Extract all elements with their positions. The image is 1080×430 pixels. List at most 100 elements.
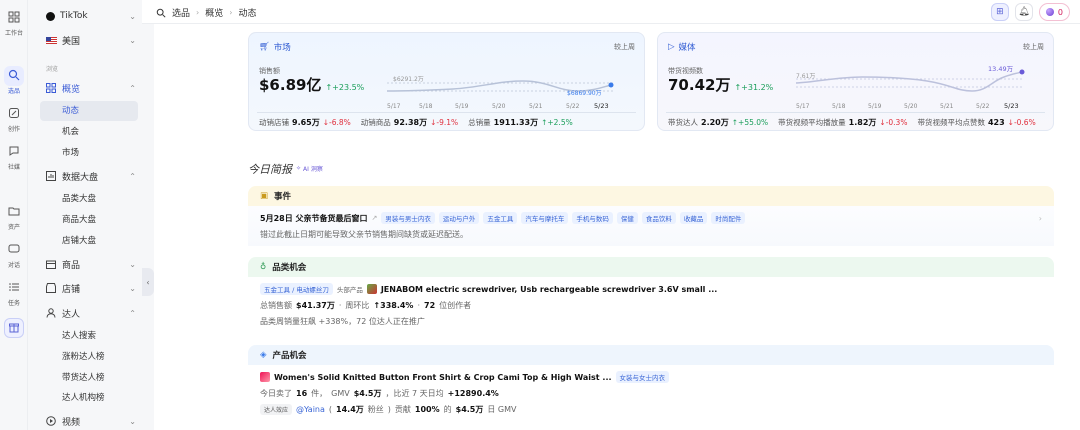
- event-tag[interactable]: 手机与数码: [572, 212, 613, 224]
- nav-item-dynamic[interactable]: 动态: [40, 101, 138, 121]
- event-tag[interactable]: 食品饮料: [641, 212, 676, 224]
- category-line: 五金工具 / 电动螺丝刀 头部产品 JENABOM electric screw…: [260, 283, 1042, 295]
- rail-label: 创作: [7, 126, 20, 133]
- rail-label: 工作台: [4, 30, 23, 37]
- compare-label: 较上周: [614, 43, 635, 51]
- nav-item-category-board[interactable]: 品类大盘: [62, 192, 96, 206]
- chart-start-label: 7.61万: [796, 73, 815, 80]
- rail-assets[interactable]: 资产: [0, 202, 28, 231]
- rail-label: 资产: [7, 224, 20, 231]
- user-icon: [46, 308, 56, 318]
- chevron-down-icon: ⌄: [129, 283, 136, 293]
- product-section[interactable]: ◈ 产品机会 Women's Solid Knitted Button Fron…: [248, 345, 1054, 426]
- category-tag[interactable]: 五金工具 / 电动螺丝刀: [260, 283, 333, 295]
- stat-value: 2.20万: [701, 118, 729, 127]
- creators-label: 位创作者: [439, 301, 472, 310]
- stat-change: ↓-9.1%: [430, 118, 459, 127]
- stat-value: 1911.33万: [493, 118, 539, 127]
- nav-overview[interactable]: 概览 ⌃: [46, 79, 136, 97]
- rail-tasks[interactable]: 任务: [0, 278, 28, 307]
- nav-item-sales-rank[interactable]: 带货达人榜: [62, 371, 105, 385]
- chevron-up-icon: ⌃: [129, 171, 136, 181]
- nav-goods[interactable]: 商品 ⌄: [46, 255, 136, 273]
- contrib-percent: 100%: [414, 405, 440, 414]
- nav-overview-label: 概览: [62, 84, 81, 95]
- us-flag-icon: [46, 36, 57, 44]
- nav-item-opportunity[interactable]: 机会: [62, 125, 79, 139]
- nav-item-creator-search[interactable]: 达人搜索: [62, 329, 96, 343]
- rail-chat[interactable]: 对话: [0, 240, 28, 269]
- rail-social[interactable]: 社媒: [0, 142, 28, 171]
- event-tag[interactable]: 运动与户外: [438, 212, 480, 224]
- stat-value: 9.65万: [292, 118, 320, 127]
- contrib-mid: 的: [443, 405, 452, 414]
- nav-item-agency-rank[interactable]: 达人机构榜: [62, 391, 105, 405]
- market-card[interactable]: 🛒︎ 市场 较上周 销售额 $6.89亿 ↑+23.5% $6291.2万 $68…: [248, 32, 645, 131]
- compare-label: 较上周: [1023, 43, 1044, 51]
- nav-bigdata[interactable]: 数据大盘 ⌃: [46, 167, 136, 185]
- rail-gift[interactable]: [0, 318, 28, 338]
- product-tag[interactable]: 女装与女士内衣: [615, 371, 670, 383]
- top-product-name[interactable]: JENABOM electric screwdriver, Usb rechar…: [381, 285, 718, 294]
- event-section[interactable]: ▣ 事件 5月28日 父亲节备货最后窗口 ↗ 男装与男士内衣 运动与户外 五金工…: [248, 186, 1054, 246]
- external-link-icon: ↗: [371, 214, 378, 222]
- media-card[interactable]: ▷ 媒体 较上周 带货视频数 70.42万 ↑+31.2% 7.61万 13.49…: [657, 32, 1054, 131]
- event-tag[interactable]: 保健: [616, 212, 638, 224]
- rail-select[interactable]: 选品: [0, 66, 28, 95]
- gmv-value: $41.37万: [296, 301, 335, 310]
- event-tag[interactable]: 时尚配件: [711, 212, 746, 224]
- chevron-right-icon[interactable]: ›: [1039, 214, 1042, 223]
- event-desc: 错过此截止日期可能导致父亲节销售期间缺货或延迟配送。: [260, 230, 468, 239]
- contrib-suffix: 日 GMV: [487, 405, 517, 414]
- category-section[interactable]: ♁ 品类机会 五金工具 / 电动螺丝刀 头部产品 JENABOM electri…: [248, 257, 1054, 333]
- stat-change: ↓-0.3%: [879, 118, 908, 127]
- breadcrumb-item[interactable]: 选品: [172, 6, 190, 19]
- nav-creators[interactable]: 达人 ⌃: [46, 304, 136, 322]
- stat-change: ↑+55.0%: [731, 118, 769, 127]
- chart-end-label: 13.49万: [988, 65, 1014, 73]
- task-icon: [9, 283, 19, 291]
- stat-label: 动销商品: [360, 118, 391, 127]
- platform-select[interactable]: TikTok ⌄: [46, 7, 136, 25]
- chevron-up-icon: ⌃: [129, 308, 136, 318]
- event-tag[interactable]: 汽车与摩托车: [521, 212, 569, 224]
- date-label: 5/18: [832, 103, 846, 110]
- stat-item: 带货视频平均点赞数 423 ↓-0.6%: [917, 117, 1035, 128]
- date-label: 5/19: [455, 103, 469, 110]
- nav-item-shop-board[interactable]: 店铺大盘: [62, 234, 96, 248]
- nav-goods-label: 商品: [62, 260, 81, 271]
- rail-create[interactable]: 创作: [0, 104, 28, 133]
- media-metric-number: 70.42万: [668, 76, 731, 94]
- event-tag[interactable]: 男装与男士内衣: [381, 212, 435, 224]
- coin-balance[interactable]: 0: [1038, 3, 1070, 21]
- product-thumbnail: [260, 372, 270, 382]
- nav-item-fans-rank[interactable]: 涨粉达人榜: [62, 350, 105, 364]
- bulb-icon: ♁: [260, 262, 267, 272]
- event-header: ▣ 事件: [248, 186, 1054, 206]
- nav-shops[interactable]: 店铺 ⌄: [46, 279, 136, 297]
- event-tag[interactable]: 五金工具: [483, 212, 518, 224]
- rail-workbench[interactable]: 工作台: [0, 8, 28, 37]
- chevron-up-icon: ⌃: [129, 83, 136, 93]
- nav-item-market[interactable]: 市场: [62, 146, 79, 160]
- breadcrumb-item[interactable]: 概览: [205, 6, 223, 19]
- product-name[interactable]: Women's Solid Knitted Button Front Shirt…: [274, 373, 612, 382]
- event-tag[interactable]: 收藏品: [679, 212, 708, 224]
- creator-link[interactable]: @Yaina: [296, 405, 325, 414]
- region-select[interactable]: 美国 ⌄: [46, 31, 136, 49]
- stat-label: 动销店铺: [259, 118, 289, 127]
- event-title: 事件: [274, 192, 292, 202]
- icon-rail: 工作台 选品 创作 社媒 资产 对话 任务: [0, 0, 28, 430]
- gift-button[interactable]: ⊞: [990, 3, 1009, 21]
- market-metric-change: ↑+23.5%: [325, 83, 365, 92]
- sidebar-collapse-button[interactable]: ‹: [142, 268, 154, 296]
- nav-videos[interactable]: 视频 ⌄: [46, 412, 136, 430]
- notification-button[interactable]: 🔔︎: [1014, 3, 1033, 21]
- ai-insight-tag[interactable]: ✧ AI 洞察: [296, 164, 323, 173]
- nav-item-product-board[interactable]: 商品大盘: [62, 213, 96, 227]
- date-label: 5/17: [796, 103, 810, 110]
- category-metrics: 总销售额 $41.37万 · 周环比 ↑338.4% · 72 位创作者: [260, 301, 472, 310]
- app-root: 工作台 选品 创作 社媒 资产 对话 任务 TikTok ⌄ 美国 ⌄ 浏览 概…: [0, 0, 1080, 430]
- wow-label: 周环比: [345, 301, 370, 310]
- stat-value: 1.82万: [848, 118, 877, 127]
